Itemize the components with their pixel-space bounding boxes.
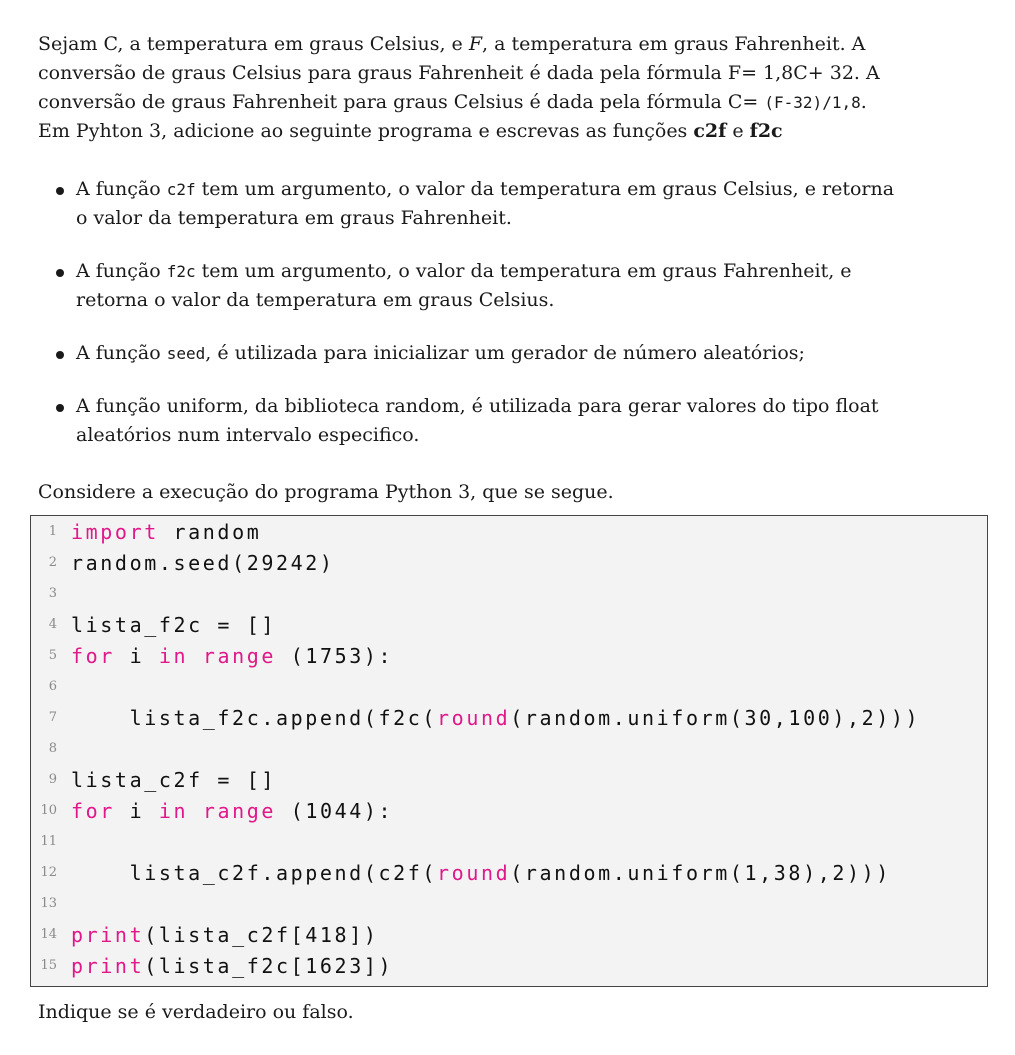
- code-line-2: random.seed(29242): [71, 551, 335, 575]
- code-line-10: for i in range (1044):: [71, 799, 394, 823]
- line-number: 12: [40, 865, 57, 880]
- keyword: in: [158, 644, 189, 668]
- bullet-list: A função c2f tem um argumento, o valor d…: [56, 175, 982, 474]
- list-item: A função f2c tem um argumento, o valor d…: [56, 257, 982, 315]
- keyword: range: [202, 799, 277, 823]
- list-item: A função seed, é utilizada para iniciali…: [56, 339, 982, 368]
- function-name-f2c: f2c: [749, 120, 783, 142]
- code-line-4: lista_f2c = []: [71, 613, 276, 637]
- intro-paragraph: Sejam C, a temperatura em graus Celsius,…: [38, 30, 982, 146]
- keyword: range: [202, 644, 277, 668]
- line-number: 1: [48, 524, 57, 539]
- keyword: in: [158, 799, 189, 823]
- line-number: 2: [48, 555, 57, 570]
- inline-code: f2c: [166, 262, 196, 281]
- line-number: 7: [48, 710, 57, 725]
- formula-code: (F-32)/1,8: [764, 93, 861, 112]
- keyword: round: [437, 706, 511, 730]
- keyword: round: [437, 861, 511, 885]
- code-listing: 1 2 3 4 5 6 7 8 9 10 11 12 13 14 15 impo…: [30, 515, 988, 987]
- line-number: 4: [48, 617, 57, 632]
- exercise-page: Sejam C, a temperatura em graus Celsius,…: [0, 0, 1015, 1055]
- inline-code: seed: [166, 344, 206, 363]
- line-number: 15: [40, 958, 57, 973]
- code-line-9: lista_c2f = []: [71, 768, 276, 792]
- list-item: A função c2f tem um argumento, o valor d…: [56, 175, 982, 233]
- bullet-icon: [56, 269, 64, 277]
- line-number: 11: [40, 834, 57, 849]
- line-number: 6: [48, 679, 57, 694]
- line-number: 10: [40, 803, 57, 818]
- keyword: print: [71, 923, 145, 947]
- keyword: for: [71, 644, 115, 668]
- intro-line-4: Em Pyhton 3, adicione ao seguinte progra…: [38, 120, 783, 142]
- keyword: print: [71, 954, 145, 978]
- code-line-5: for i in range (1753):: [71, 644, 394, 668]
- line-number: 9: [48, 772, 57, 787]
- bullet-icon: [56, 404, 64, 412]
- code-line-1: import random: [71, 520, 262, 544]
- inline-code: c2f: [166, 180, 196, 199]
- line-number: 14: [40, 927, 57, 942]
- line-number: 8: [48, 741, 57, 756]
- line-number: 3: [48, 586, 57, 601]
- question-text: Indique se é verdadeiro ou falso.: [38, 1001, 354, 1023]
- keyword: import: [71, 520, 159, 544]
- intro-line-3: conversão de graus Fahrenheit para graus…: [38, 91, 867, 113]
- code-line-14: print(lista_c2f[418]): [71, 923, 379, 947]
- code-line-7: lista_f2c.append(f2c(round(random.unifor…: [71, 706, 921, 730]
- intro-line-2: conversão de graus Celsius para graus Fa…: [38, 62, 880, 84]
- code-line-12: lista_c2f.append(c2f(round(random.unifor…: [71, 861, 891, 885]
- line-number: 13: [40, 896, 57, 911]
- bullet-icon: [56, 351, 64, 359]
- intro-line-1: Sejam C, a temperatura em graus Celsius,…: [38, 33, 866, 55]
- list-item: A função uniform, da biblioteca random, …: [56, 392, 982, 450]
- line-number: 5: [48, 648, 57, 663]
- bullet-icon: [56, 187, 64, 195]
- consider-text: Considere a execução do programa Python …: [38, 481, 614, 503]
- variable-f: F: [468, 33, 482, 55]
- keyword: for: [71, 799, 115, 823]
- code-line-15: print(lista_f2c[1623]): [71, 954, 394, 978]
- function-name-c2f: c2f: [693, 120, 727, 142]
